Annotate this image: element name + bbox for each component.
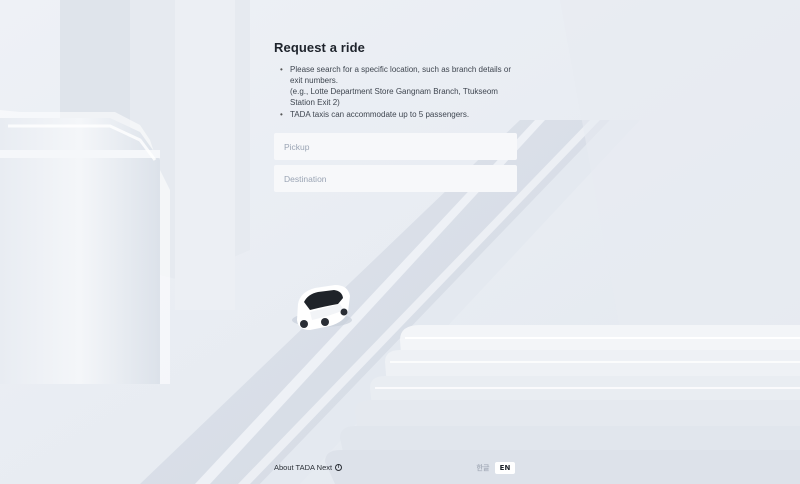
destination-input[interactable] (274, 165, 517, 192)
language-option-english[interactable]: EN (495, 462, 515, 474)
pickup-input[interactable] (274, 133, 517, 160)
instructions-list: Please search for a specific location, s… (274, 64, 518, 120)
instruction-example-text: (e.g., Lotte Department Store Gangnam Br… (290, 87, 498, 107)
page-title: Request a ride (274, 40, 365, 55)
instruction-item: Please search for a specific location, s… (280, 64, 518, 108)
instruction-item: TADA taxis can accommodate up to 5 passe… (280, 109, 518, 120)
about-link-label: About TADA Next (274, 463, 333, 472)
info-icon: i (335, 464, 343, 471)
instruction-search-text: Please search for a specific location, s… (290, 65, 512, 85)
language-option-korean[interactable]: 한글 (473, 462, 493, 474)
about-tada-next-link[interactable]: About TADA Next i (274, 463, 343, 472)
ride-request-panel: Request a ride Please search for a speci… (274, 40, 518, 192)
language-toggle: 한글 EN (471, 460, 517, 476)
